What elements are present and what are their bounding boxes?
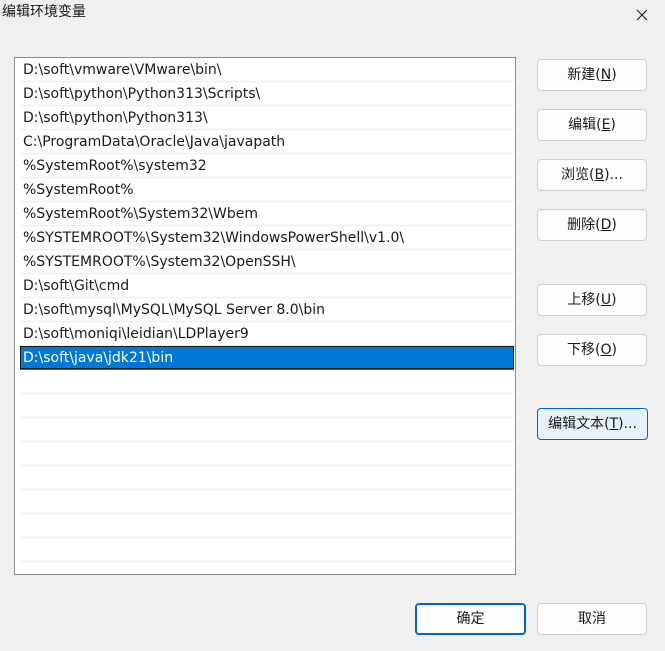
new-button-suffix: ) <box>611 67 617 83</box>
browse-button-suffix: )... <box>604 167 623 183</box>
delete-button-suffix: ) <box>611 217 617 233</box>
new-button[interactable]: 新建(N) <box>537 59 647 91</box>
path-list-item[interactable]: %SystemRoot%\System32\Wbem <box>20 202 514 226</box>
edit-button-suffix: ) <box>610 117 616 133</box>
edit-text-button[interactable]: 编辑文本(T)... <box>537 408 648 440</box>
path-list-item[interactable]: D:\soft\mysql\MySQL\MySQL Server 8.0\bin <box>20 298 514 322</box>
dialog-title: 编辑环境变量 <box>2 4 86 20</box>
path-list-item[interactable]: D:\soft\python\Python313\ <box>20 106 514 130</box>
path-list-item[interactable]: %SYSTEMROOT%\System32\OpenSSH\ <box>20 250 514 274</box>
move-down-button[interactable]: 下移(O) <box>537 334 647 366</box>
delete-button[interactable]: 删除(D) <box>537 209 647 241</box>
empty-list-row[interactable] <box>20 466 514 490</box>
edit-button[interactable]: 编辑(E) <box>537 109 647 141</box>
delete-button-label: 删除( <box>567 217 601 233</box>
path-list-item[interactable]: D:\soft\java\jdk21\bin <box>20 346 514 370</box>
new-button-key: N <box>600 67 612 83</box>
edit-text-button-key: T <box>609 416 619 432</box>
path-list-item[interactable]: D:\soft\Git\cmd <box>20 274 514 298</box>
edit-button-label: 编辑( <box>568 117 602 133</box>
path-list[interactable]: D:\soft\vmware\VMware\bin\ D:\soft\python… <box>14 57 516 575</box>
path-list-item[interactable]: %SystemRoot% <box>20 178 514 202</box>
close-icon <box>636 9 648 21</box>
empty-list-row[interactable] <box>20 490 514 514</box>
empty-list-row[interactable] <box>20 514 514 538</box>
move-down-button-key: O <box>600 342 612 358</box>
ok-button-label: 确定 <box>456 611 485 627</box>
move-down-button-suffix: ) <box>611 342 617 358</box>
new-button-label: 新建( <box>567 67 601 83</box>
browse-button-key: B <box>594 167 605 183</box>
path-list-item[interactable]: %SYSTEMROOT%\System32\WindowsPowerShell\… <box>20 226 514 250</box>
ok-button[interactable]: 确定 <box>415 603 526 635</box>
path-list-item[interactable]: %SystemRoot%\system32 <box>20 154 514 178</box>
empty-list-row[interactable] <box>20 538 514 562</box>
edit-env-var-dialog: 编辑环境变量 D:\soft\vmware\VMware\bin\ D:\soft… <box>0 0 665 651</box>
cancel-button-label: 取消 <box>578 611 606 627</box>
browse-button-label: 浏览( <box>561 167 595 183</box>
edit-text-button-label: 编辑文本( <box>548 416 610 432</box>
move-up-button-key: U <box>600 292 612 308</box>
empty-list-row[interactable] <box>20 394 514 418</box>
close-button[interactable] <box>619 0 665 30</box>
path-list-item[interactable]: D:\soft\python\Python313\Scripts\ <box>20 82 514 106</box>
path-list-item[interactable]: D:\soft\moniqi\leidian\LDPlayer9 <box>20 322 514 346</box>
path-list-item[interactable]: D:\soft\vmware\VMware\bin\ <box>20 58 514 82</box>
empty-list-row[interactable] <box>20 370 514 394</box>
move-up-button-label: 上移( <box>567 292 601 308</box>
move-up-button[interactable]: 上移(U) <box>537 284 647 316</box>
move-up-button-suffix: ) <box>611 292 617 308</box>
empty-list-row[interactable] <box>20 418 514 442</box>
empty-list-row[interactable] <box>20 442 514 466</box>
move-down-button-label: 下移( <box>567 342 601 358</box>
path-list-item[interactable]: C:\ProgramData\Oracle\Java\javapath <box>20 130 514 154</box>
delete-button-key: D <box>600 217 612 233</box>
edit-text-button-suffix: )... <box>618 416 637 432</box>
browse-button[interactable]: 浏览(B)... <box>537 159 647 191</box>
cancel-button[interactable]: 取消 <box>537 603 647 635</box>
